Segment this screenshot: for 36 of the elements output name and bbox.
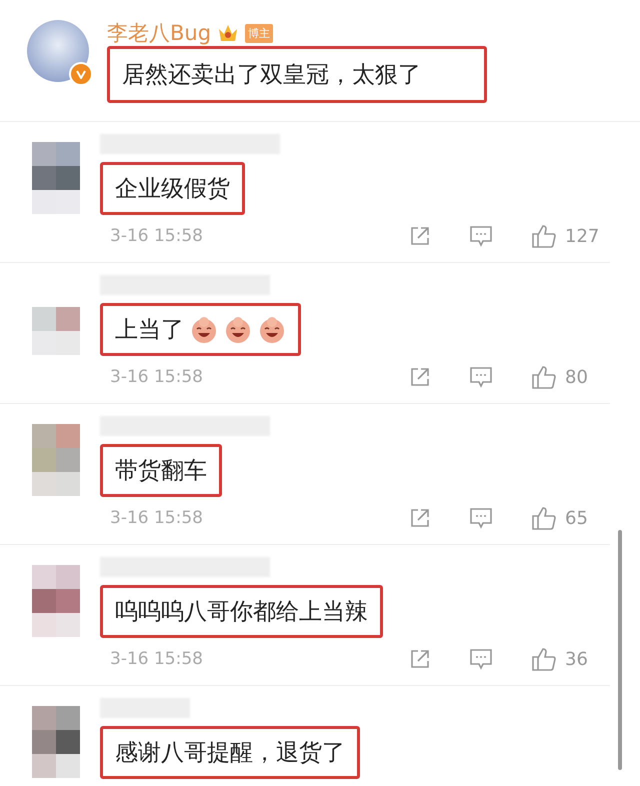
comment-time: 3-16 15:58 (109, 226, 204, 246)
blurred-avatar (32, 565, 80, 637)
laughing-emoji-icon (224, 316, 252, 344)
share-icon[interactable] (409, 366, 431, 388)
blurred-avatar (32, 706, 80, 778)
scrollbar[interactable] (618, 530, 622, 770)
share-icon[interactable] (409, 507, 431, 529)
share-icon[interactable] (409, 225, 431, 247)
like-count: 65 (565, 508, 589, 528)
author-name[interactable]: 李老八Bug (107, 19, 212, 47)
like-count: 36 (565, 648, 589, 670)
comment-words: 上当了 (115, 316, 184, 345)
laughing-emoji-icon (190, 316, 218, 344)
comment-icon[interactable] (469, 225, 493, 247)
comment-icon[interactable] (469, 648, 493, 670)
comment-words: 企业级假货 (115, 175, 230, 204)
comment-icon[interactable] (469, 507, 493, 529)
comment-time: 3-16 15:58 (109, 649, 204, 669)
comment-time: 3-16 15:58 (109, 508, 204, 528)
thumbs-up-icon[interactable] (531, 646, 557, 672)
author-badge: 博主 (245, 24, 274, 42)
thumbs-up-icon[interactable] (531, 223, 557, 249)
post-text: 居然还卖出了双皇冠，太狠了 (107, 46, 487, 103)
share-icon[interactable] (409, 648, 431, 670)
blurred-avatar (32, 142, 80, 214)
like-count: 127 (565, 226, 600, 246)
thumbs-up-icon[interactable] (531, 364, 557, 390)
comment-words: 感谢八哥提醒，退货了 (115, 739, 345, 768)
comment-words: 呜呜呜八哥你都给上当辣 (115, 598, 368, 627)
laughing-emoji-icon (258, 316, 286, 344)
comment-icon[interactable] (469, 366, 493, 388)
comment-time: 3-16 15:58 (109, 367, 204, 387)
thumbs-up-icon[interactable] (531, 505, 557, 531)
comment-words: 带货翻车 (115, 457, 207, 486)
like-count: 80 (565, 366, 589, 388)
blurred-avatar (32, 424, 80, 496)
